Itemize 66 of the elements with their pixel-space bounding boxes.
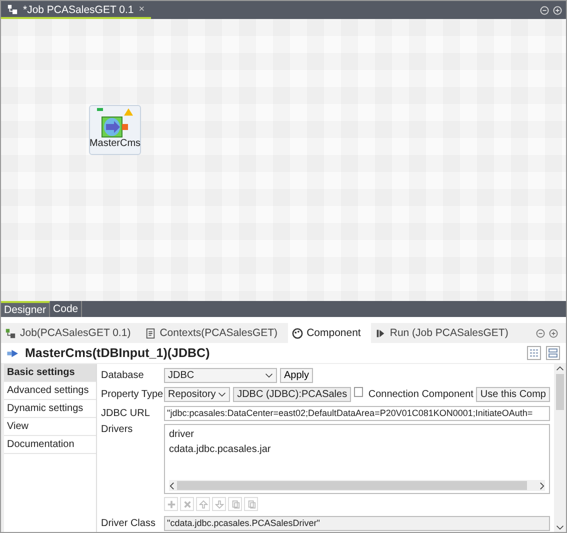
paste-icon [246, 500, 256, 508]
checkbox-label: Connection Component [368, 389, 474, 400]
vertical-scrollbar[interactable] [554, 364, 566, 532]
paste-button[interactable] [244, 497, 258, 511]
maximize-icon[interactable] [549, 328, 558, 338]
delete-button[interactable] [180, 497, 194, 511]
copy-button[interactable] [228, 497, 242, 511]
panel-tab[interactable]: Component [288, 323, 371, 343]
minimize-icon[interactable] [536, 328, 545, 338]
plus-icon [166, 500, 176, 508]
node-label: MasterCms [89, 138, 141, 149]
tab-label: Run (Job PCASalesGET) [390, 327, 508, 339]
close-icon[interactable]: × [138, 4, 145, 15]
repository-field: JDBC (JDBC):PCASales [233, 387, 352, 402]
table-cell[interactable]: cdata.jdbc.pcasales.jar [169, 442, 545, 457]
panel-tab[interactable]: Contexts(PCASalesGET) [140, 323, 288, 343]
database-dropdown[interactable]: JDBC [164, 368, 277, 383]
tab-label: Job(PCASalesGET 0.1) [20, 327, 131, 339]
apply-button[interactable]: Apply [280, 368, 314, 383]
field-label: JDBC URL [101, 408, 151, 419]
panel-tab[interactable]: Run (Job PCASalesGET) [370, 323, 518, 343]
up-button[interactable] [196, 497, 210, 511]
chevron-down-icon [265, 373, 273, 378]
component-title: MasterCms(tDBInput_1)(JDBC) [25, 346, 210, 360]
jdbc-url-field[interactable]: "jdbc:pcasales:DataCenter=east02;DefaultDataArea=P20V01C081KON0001;InitiateOAuth= [164, 406, 550, 421]
field-label: Drivers [101, 424, 134, 435]
settings-item[interactable]: Dynamic settings [4, 400, 96, 418]
down-icon [214, 500, 224, 508]
settings-item[interactable]: Documentation [4, 436, 96, 454]
field-label: Driver Class [101, 518, 156, 529]
component-node[interactable]: MasterCms [89, 105, 141, 155]
database-input-drawing [101, 116, 129, 138]
list-view-icon[interactable] [546, 346, 560, 360]
settings-item[interactable]: Basic settings [4, 364, 96, 382]
driver-class-field[interactable]: "cdata.jdbc.pcasales.PCASalesDriver" [164, 516, 550, 531]
checkbox[interactable] [354, 387, 364, 397]
job-icon [5, 328, 16, 338]
view-tab[interactable]: Designer [1, 301, 50, 317]
settings-item[interactable]: Advanced settings [4, 382, 96, 400]
status-icon [97, 108, 103, 111]
connection-dropdown[interactable]: Use this Comp [476, 387, 550, 402]
scrollbar-thumb[interactable] [177, 481, 527, 490]
job-icon [7, 4, 18, 15]
component-arrow-icon [7, 348, 20, 358]
tab-label: Component [306, 327, 361, 339]
scrollbar-thumb[interactable] [556, 374, 564, 410]
plus-button[interactable] [164, 497, 178, 511]
run-icon [374, 328, 386, 338]
property-type-dropdown[interactable]: Repository [164, 387, 230, 402]
panel-tab[interactable]: Job(PCASalesGET 0.1) [1, 323, 141, 343]
tab-label: *Job PCASalesGET 0.1 [23, 4, 134, 16]
tab-label: Contexts(PCASalesGET) [160, 327, 278, 339]
chevron-down-icon [218, 392, 226, 397]
grid-view-icon[interactable] [527, 346, 541, 360]
field-label: Database [101, 370, 145, 381]
palette-icon [292, 328, 303, 338]
delete-icon [182, 500, 192, 508]
document-icon [144, 328, 156, 338]
settings-item[interactable]: View [4, 418, 96, 436]
copy-icon [230, 500, 240, 508]
view-tab[interactable]: Code [50, 301, 82, 317]
table-cell[interactable]: driver [169, 427, 545, 442]
field-label: Property Type [101, 389, 161, 400]
up-icon [198, 500, 208, 508]
horizontal-scrollbar[interactable] [169, 480, 545, 491]
down-button[interactable] [212, 497, 226, 511]
